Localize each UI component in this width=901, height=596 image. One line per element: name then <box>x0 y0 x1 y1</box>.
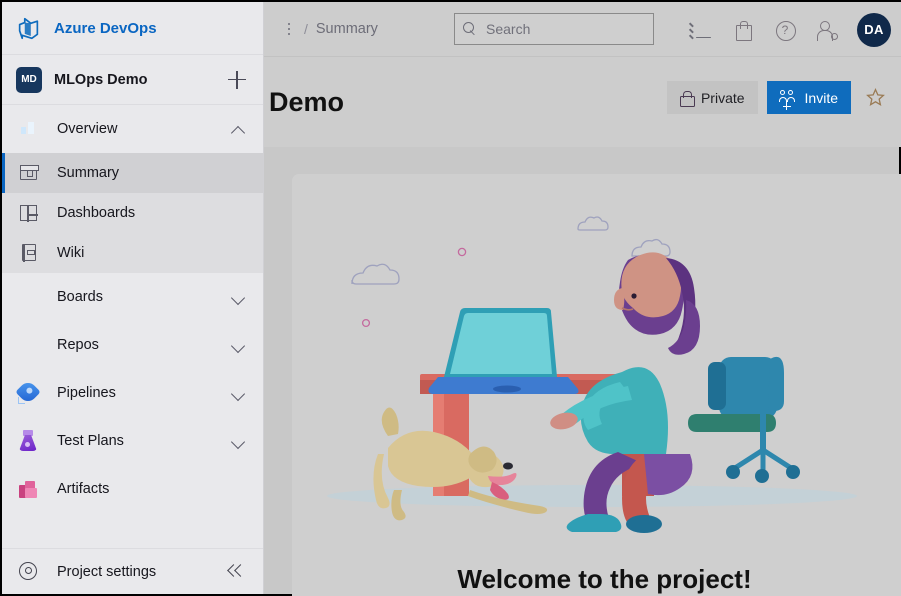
top-header-bar: / Summary Search ? DA <box>264 2 901 57</box>
project-settings-row[interactable]: Project settings <box>2 548 263 594</box>
pipelines-icon <box>16 380 42 406</box>
overview-icon <box>16 116 42 142</box>
invite-button[interactable]: Invite <box>767 81 851 114</box>
task-list-icon[interactable] <box>689 18 713 42</box>
artifacts-icon <box>16 476 42 502</box>
dashboards-icon <box>16 200 42 226</box>
sidebar-item-pipelines[interactable]: Pipelines <box>2 369 263 417</box>
project-toolbar: Demo Private Invite <box>264 57 901 147</box>
breadcrumb[interactable]: Summary <box>316 21 378 37</box>
project-badge: MD <box>16 67 42 93</box>
sidebar-subitem-label: Wiki <box>57 245 84 261</box>
add-people-icon <box>780 90 797 105</box>
breadcrumb-separator: / <box>304 21 308 37</box>
sidebar: Azure DevOps MD MLOps Demo Overview Summ… <box>2 2 264 594</box>
chevron-down-icon[interactable] <box>229 431 249 451</box>
sidebar-item-overview[interactable]: Overview <box>2 105 263 153</box>
search-icon <box>463 22 478 37</box>
sidebar-item-wiki[interactable]: Wiki <box>2 233 263 273</box>
favorite-star-icon[interactable] <box>863 85 889 111</box>
chevron-down-icon[interactable] <box>229 335 249 355</box>
repos-icon <box>16 332 42 358</box>
sidebar-item-label: Overview <box>57 121 214 137</box>
project-row[interactable]: MD MLOps Demo <box>2 55 263 105</box>
sidebar-item-label: Repos <box>57 337 214 353</box>
user-settings-icon[interactable] <box>815 18 839 42</box>
avatar[interactable]: DA <box>857 13 891 47</box>
invite-label: Invite <box>805 90 838 106</box>
sidebar-item-repos[interactable]: Repos <box>2 321 263 369</box>
welcome-title: Welcome to the project! <box>292 564 901 595</box>
sidebar-item-artifacts[interactable]: Artifacts <box>2 465 263 513</box>
app-root: Welcome to the project! What service wou… <box>2 2 899 594</box>
project-name: MLOps Demo <box>54 72 213 88</box>
sidebar-item-summary[interactable]: Summary <box>2 153 263 193</box>
chevron-down-icon[interactable] <box>229 287 249 307</box>
marketplace-bag-icon[interactable] <box>731 18 755 42</box>
sidebar-item-label: Boards <box>57 289 214 305</box>
boards-icon <box>16 284 42 310</box>
double-chevron-left-icon[interactable] <box>225 559 251 585</box>
sidebar-item-boards[interactable]: Boards <box>2 273 263 321</box>
wiki-icon <box>16 240 42 266</box>
project-title: Demo <box>269 87 344 118</box>
sidebar-item-test-plans[interactable]: Test Plans <box>2 417 263 465</box>
project-settings-label: Project settings <box>57 564 210 580</box>
sidebar-item-label: Test Plans <box>57 433 214 449</box>
summary-icon <box>16 160 42 186</box>
overview-subnav: Summary Dashboards Wiki <box>2 153 263 273</box>
search-placeholder: Search <box>486 21 530 37</box>
project-actions: Private Invite <box>667 81 889 114</box>
sidebar-subitem-label: Dashboards <box>57 205 135 221</box>
search-input[interactable]: Search <box>454 13 654 45</box>
sidebar-nav: Overview Summary Dashboards Wiki <box>2 105 263 513</box>
lock-icon <box>680 91 693 105</box>
chevron-down-icon[interactable] <box>229 383 249 403</box>
help-icon[interactable]: ? <box>773 18 797 42</box>
main-content-area: Welcome to the project! What service wou… <box>264 147 899 594</box>
welcome-card: Welcome to the project! What service wou… <box>292 174 901 596</box>
azure-devops-logo <box>16 16 41 41</box>
private-button[interactable]: Private <box>667 81 758 114</box>
plus-icon[interactable] <box>225 68 249 92</box>
private-label: Private <box>701 90 745 106</box>
test-plans-icon <box>16 428 42 454</box>
chevron-up-icon[interactable] <box>229 119 249 139</box>
sidebar-item-label: Pipelines <box>57 385 214 401</box>
organization-row[interactable]: Azure DevOps <box>2 2 263 55</box>
organization-name: Azure DevOps <box>54 20 157 37</box>
gear-icon <box>16 559 42 585</box>
sidebar-item-dashboards[interactable]: Dashboards <box>2 193 263 233</box>
sidebar-item-label: Artifacts <box>57 481 263 497</box>
vertical-ellipsis-icon[interactable] <box>276 14 302 44</box>
header-icon-group: ? DA <box>689 2 891 57</box>
sidebar-subitem-label: Summary <box>57 165 119 181</box>
welcome-illustration <box>292 204 901 534</box>
